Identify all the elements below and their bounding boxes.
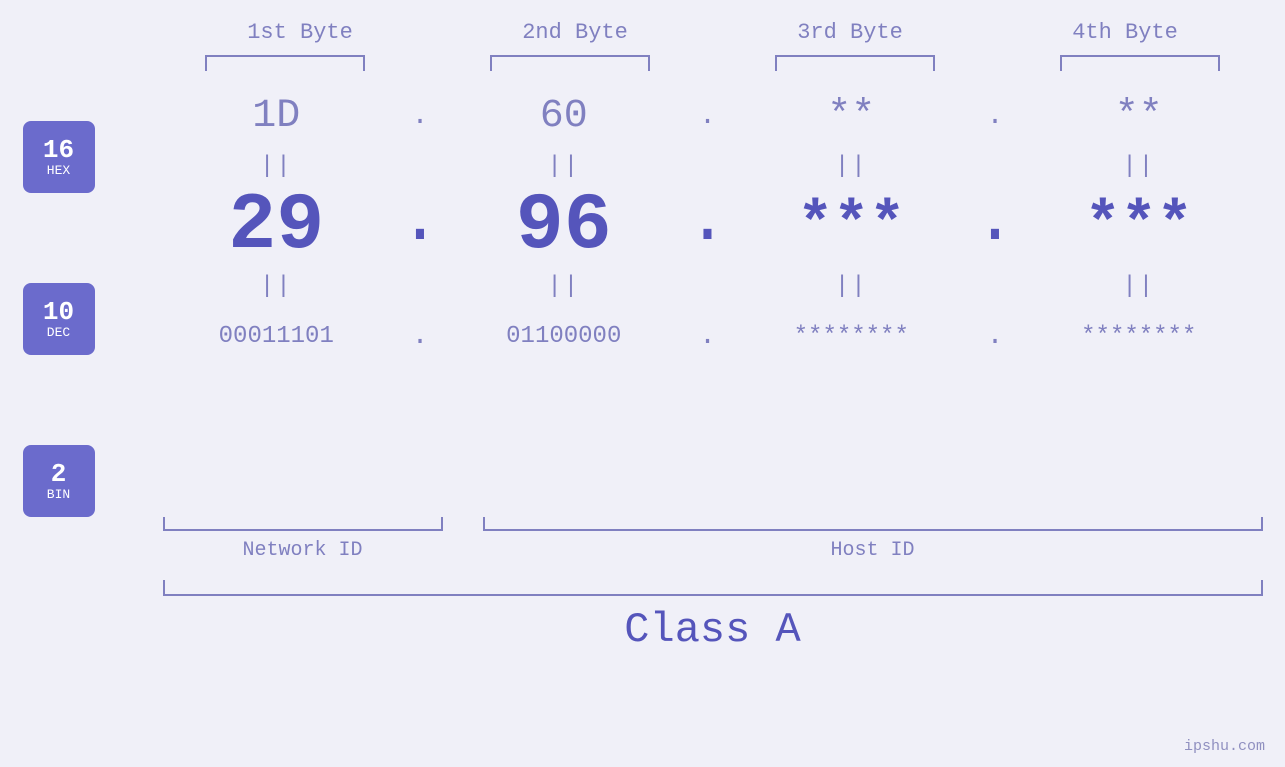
dot-dec-3: . [975,187,1015,265]
badges-column: 16 HEX 10 DEC 2 BIN [23,81,153,517]
dec-badge: 10 DEC [23,283,95,355]
hex-byte4: ** [1015,94,1263,139]
hex-badge: 16 HEX [23,121,95,193]
header-byte4: 4th Byte [1015,20,1235,45]
bottom-brackets [163,517,1263,531]
dot-bin-1: . [400,321,440,352]
bin-byte3: ******** [728,323,976,350]
equals-row-dec-bin: || || || || [153,271,1263,301]
bin-badge: 2 BIN [23,445,95,517]
bin-byte1: 00011101 [153,323,401,350]
hex-row: 1D . 60 . ** . [153,81,1263,151]
bin-byte2: 01100000 [440,323,688,350]
class-section: Class A [163,580,1263,654]
header-byte3: 3rd Byte [740,20,960,45]
network-bracket [163,517,443,531]
dec-byte4: *** [1015,192,1263,260]
data-rows: 1D . 60 . ** . [153,81,1263,517]
bottom-bracket-row: Network ID Host ID [163,517,1263,562]
dec-row: 29 . 96 . *** . *** [153,181,1263,271]
class-bracket [163,580,1263,596]
bin-byte4: ******** [1015,323,1263,350]
main-container: 1st Byte 2nd Byte 3rd Byte 4th Byte 16 [0,0,1285,767]
network-id-label: Network ID [163,539,443,562]
header-byte2: 2nd Byte [465,20,685,45]
dec-byte2: 96 [440,181,688,272]
equals-row-hex-dec: || || || || [153,151,1263,181]
watermark: ipshu.com [1184,738,1265,755]
header-byte1: 1st Byte [190,20,410,45]
dot-bin-2: . [688,321,728,352]
dec-byte1: 29 [153,181,401,272]
bin-row: 00011101 . 01100000 . ******** . [153,301,1263,371]
class-label: Class A [624,606,800,654]
hex-byte3: ** [728,94,976,139]
dec-byte3: *** [728,192,976,260]
hex-byte1: 1D [153,94,401,139]
dot-hex-2: . [688,101,728,132]
byte-headers: 1st Byte 2nd Byte 3rd Byte 4th Byte [163,20,1263,45]
main-area: 16 HEX 10 DEC 2 BIN 1D [23,81,1263,517]
hex-byte2: 60 [440,94,688,139]
dot-hex-1: . [400,101,440,132]
id-labels-row: Network ID Host ID [163,539,1263,562]
host-id-label: Host ID [483,539,1263,562]
dot-hex-3: . [975,101,1015,132]
dot-bin-3: . [975,321,1015,352]
top-brackets [163,55,1263,71]
host-bracket [483,517,1263,531]
dot-dec-2: . [688,187,728,265]
dot-dec-1: . [400,187,440,265]
